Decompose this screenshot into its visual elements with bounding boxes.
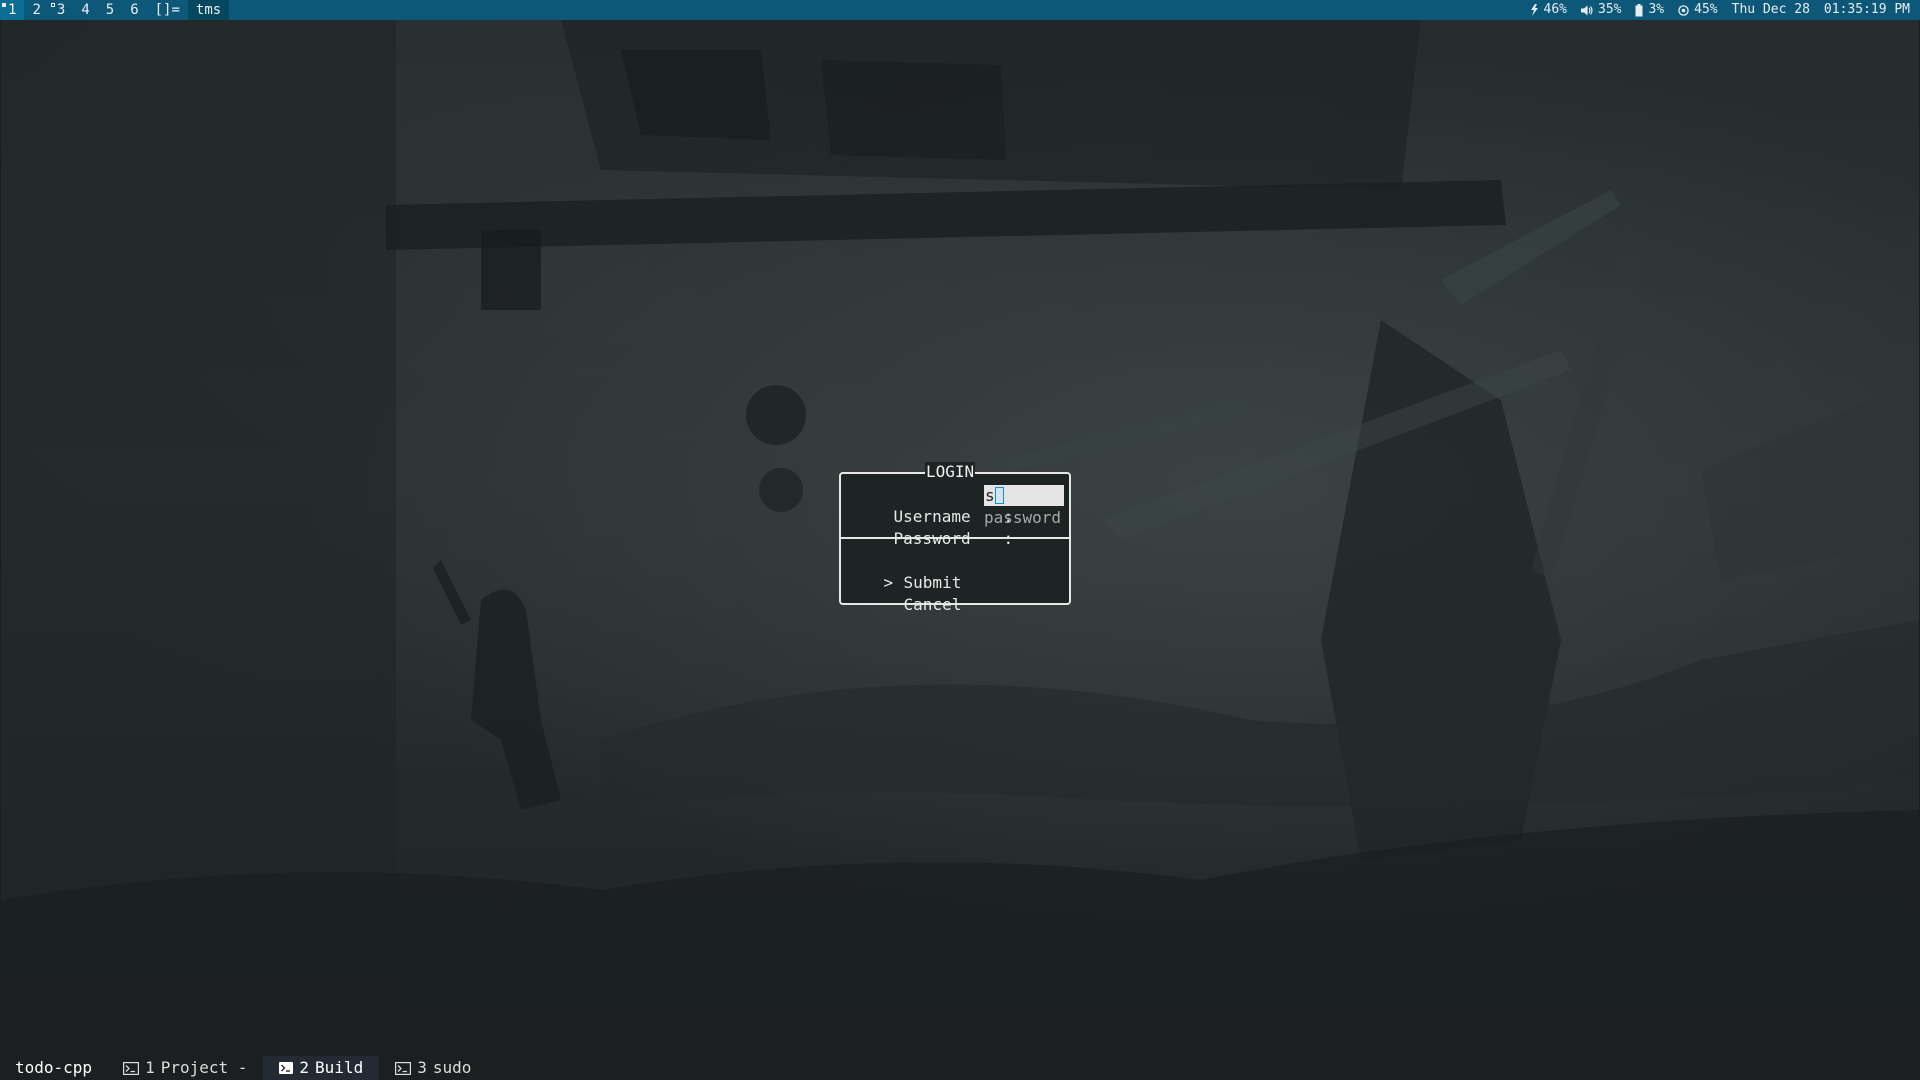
workspace-3[interactable]: 3 <box>49 0 73 20</box>
clock-status: 01:35:19 PM <box>1824 0 1910 20</box>
text-cursor <box>994 487 1004 504</box>
workspace-5[interactable]: 5 <box>98 0 122 20</box>
workspace-label: 5 <box>105 2 115 18</box>
battery-icon <box>1635 3 1643 16</box>
terminal-icon <box>395 1061 412 1075</box>
cpu-value: 45% <box>1694 2 1718 17</box>
workspace-4[interactable]: 4 <box>73 0 97 20</box>
workspace-label: 3 <box>56 2 66 18</box>
workspace-6[interactable]: 6 <box>122 0 146 20</box>
system-status: 46% 35% 3% 45% Thu Dec 28 01:35:19 PM <box>1529 0 1920 20</box>
focused-window-title: tms <box>187 0 230 20</box>
time-value: 01:35:19 PM <box>1823 2 1910 17</box>
tmux-session-name[interactable]: todo-cpp <box>0 1056 107 1080</box>
cancel-label: Cancel <box>903 595 962 614</box>
window-index: 2 <box>299 1058 310 1077</box>
window-name: Build <box>315 1058 364 1077</box>
tmux-window-2[interactable]: 2 Build <box>263 1056 380 1080</box>
date-status: Thu Dec 28 <box>1732 0 1810 20</box>
workspace-label: 2 <box>32 2 41 18</box>
cpu-status: 45% <box>1678 0 1718 20</box>
workspace-occupied-indicator <box>2 3 6 7</box>
workspace-label: 6 <box>130 2 139 18</box>
volume-value: 35% <box>1598 2 1622 17</box>
password-input[interactable]: password <box>984 507 1070 529</box>
battery-value: 3% <box>1648 2 1665 17</box>
username-value: s <box>985 486 995 505</box>
workspace-2[interactable]: 2 <box>24 0 48 20</box>
tmux-window-1[interactable]: 1 Project - <box>107 1056 263 1080</box>
terminal-icon <box>279 1062 294 1074</box>
date-value: Thu Dec 28 <box>1731 2 1810 17</box>
window-name: sudo <box>432 1058 472 1077</box>
tmux-window-3[interactable]: 3 sudo <box>379 1056 487 1080</box>
brightness-icon <box>1530 4 1538 16</box>
window-index: 1 <box>145 1058 155 1077</box>
cpu-icon <box>1678 4 1689 16</box>
speaker-icon <box>1581 5 1593 15</box>
password-placeholder: password <box>984 508 1062 527</box>
dialog-divider <box>841 537 1069 539</box>
volume-status: 35% <box>1581 0 1621 20</box>
brightness-value: 46% <box>1543 2 1567 17</box>
terminal-icon <box>123 1061 140 1075</box>
login-dialog: LOGIN Username: s Password: password >Su… <box>839 462 1071 614</box>
battery-status: 3% <box>1635 0 1664 20</box>
submit-button[interactable]: > Submit <box>845 550 962 592</box>
password-label: Password <box>894 528 1004 550</box>
workspace-1[interactable]: 1 <box>0 0 25 20</box>
workspace-occupied-indicator <box>50 3 55 7</box>
username-input[interactable]: s <box>984 485 1064 506</box>
tmux-status-bar: todo-cpp 1 Project - 2 Build 3 sudo <box>0 1056 1920 1080</box>
password-separator: : <box>1004 528 1022 550</box>
window-name: Project - <box>160 1058 248 1077</box>
workspace-label: 1 <box>8 2 17 18</box>
window-index: 3 <box>417 1058 427 1077</box>
layout-indicator[interactable]: []= <box>146 0 188 20</box>
workspace-label: 4 <box>81 2 90 18</box>
login-dialog-title: LOGIN <box>925 462 976 482</box>
brightness-status: 46% <box>1529 0 1567 20</box>
top-status-bar: 1 2 3 4 5 6 []= tms 46% 35% 3% 45% Thu D… <box>0 0 1920 20</box>
cancel-button[interactable]: Cancel <box>845 572 962 614</box>
